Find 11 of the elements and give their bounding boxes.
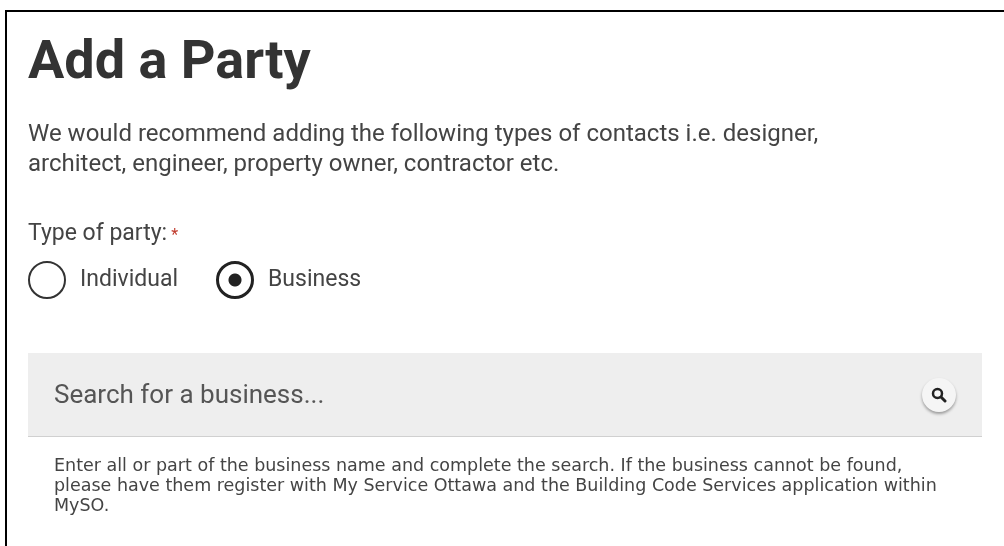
- page-title: Add a Party: [28, 30, 312, 90]
- help-text: Enter all or part of the business name and complete the search. If the business cannot be found, please have them register with My Service Ottawa and the Building Code Services application within MySO.: [53, 454, 938, 515]
- search-icon: [931, 386, 947, 403]
- radio-button[interactable]: [28, 260, 66, 299]
- required-mark: *: [171, 224, 179, 246]
- radio-label: Individual: [80, 264, 178, 295]
- field-label: Type of party:: [28, 218, 168, 248]
- radio-button[interactable]: [216, 260, 254, 299]
- intro-text: We would recommend adding the following types of contacts i.e. designer, architect, engineer, property owner, contractor etc.: [28, 118, 820, 178]
- search-field[interactable]: Search for a business...: [28, 352, 982, 437]
- radio-label: Business: [268, 264, 362, 295]
